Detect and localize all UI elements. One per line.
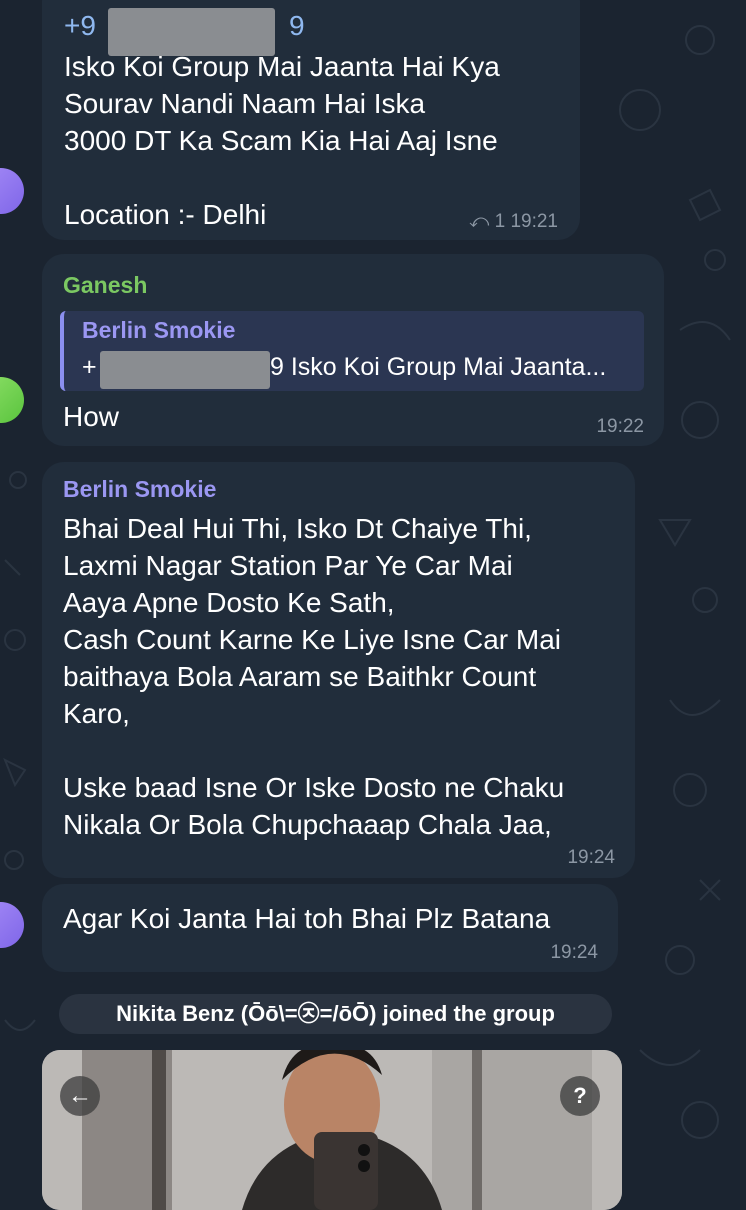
reply-count: 1 bbox=[494, 211, 506, 232]
message-bubble[interactable]: Ganesh Berlin Smokie + 9 Isko Koi Group … bbox=[42, 254, 664, 446]
message-bubble[interactable]: +9 9 Isko Koi Group Mai Jaanta Hai Kya S… bbox=[42, 0, 580, 240]
avatar[interactable] bbox=[0, 168, 24, 214]
photo-message[interactable]: ← ? bbox=[42, 1050, 622, 1210]
photo-content bbox=[42, 1050, 622, 1210]
message-text: How bbox=[63, 401, 120, 432]
message-time: 19:24 bbox=[550, 942, 598, 963]
redacted-phone bbox=[100, 351, 270, 389]
reply-text: + 9 Isko Koi Group Mai Jaanta... bbox=[82, 353, 607, 381]
message-bubble[interactable]: Agar Koi Janta Hai toh Bhai Plz Batana 1… bbox=[42, 884, 618, 972]
message-meta: ⤺ 1 19:21 bbox=[469, 211, 558, 233]
sender-name[interactable]: Berlin Smokie bbox=[63, 476, 216, 503]
message-time: 19:24 bbox=[567, 847, 615, 868]
question-icon[interactable]: ? bbox=[560, 1076, 600, 1116]
message-time: 19:22 bbox=[596, 416, 644, 437]
message-text: Isko Koi Group Mai Jaanta Hai Kya Sourav… bbox=[64, 51, 500, 230]
arrow-left-icon[interactable]: ← bbox=[60, 1076, 100, 1116]
sender-name[interactable]: Ganesh bbox=[63, 272, 147, 299]
reply-arrow-icon: ⤺ bbox=[469, 211, 490, 232]
reply-quote[interactable]: Berlin Smokie + 9 Isko Koi Group Mai Jaa… bbox=[60, 311, 644, 391]
service-message: Nikita Benz (Ōō\=㉨=/ōŌ) joined the group bbox=[59, 994, 612, 1034]
avatar[interactable] bbox=[0, 902, 24, 948]
reply-sender: Berlin Smokie bbox=[82, 317, 236, 343]
message-text: Agar Koi Janta Hai toh Bhai Plz Batana bbox=[63, 903, 551, 934]
message-text: Bhai Deal Hui Thi, Isko Dt Chaiye Thi, L… bbox=[63, 513, 565, 840]
avatar[interactable] bbox=[0, 377, 24, 423]
message-time: 19:21 bbox=[510, 211, 558, 232]
message-bubble[interactable]: Berlin Smokie Bhai Deal Hui Thi, Isko Dt… bbox=[42, 462, 635, 878]
